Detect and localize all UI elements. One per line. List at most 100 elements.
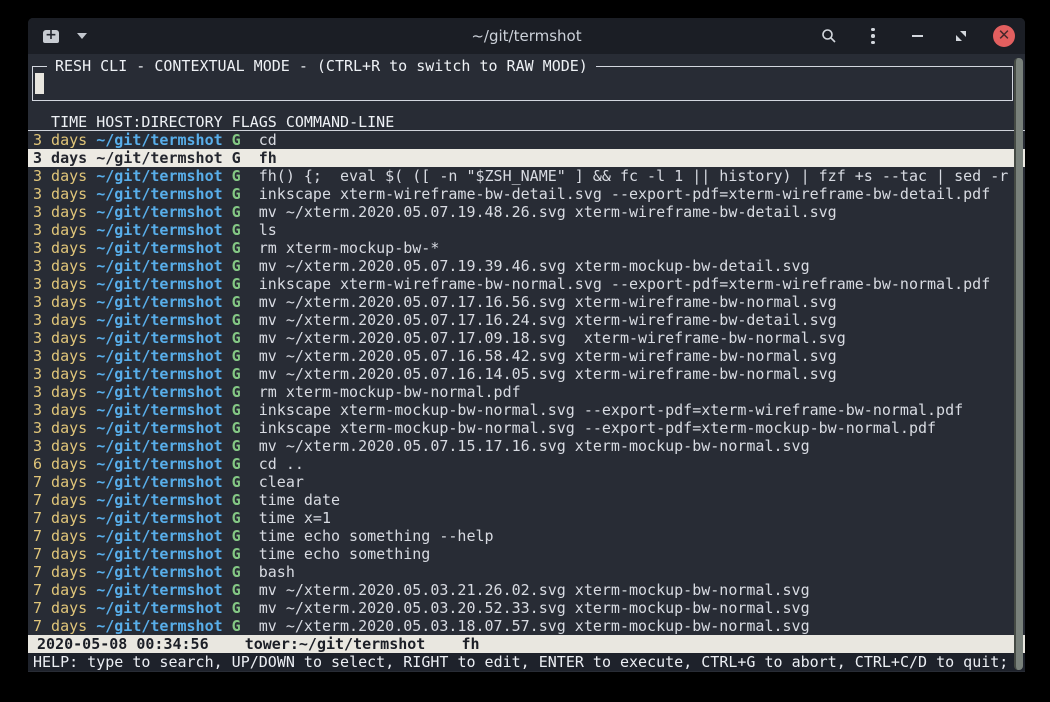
history-row[interactable]: 3 days ~/git/termshot G mv ~/xterm.2020.… <box>28 311 1025 329</box>
history-row[interactable]: 3 days ~/git/termshot G ls <box>28 221 1025 239</box>
minimize-button[interactable] <box>905 24 929 48</box>
search-button[interactable] <box>817 24 841 48</box>
row-command: mv ~/xterm.2020.05.07.19.48.26.svg xterm… <box>259 203 1025 221</box>
row-flags: G <box>232 545 259 563</box>
history-row[interactable]: 7 days ~/git/termshot G mv ~/xterm.2020.… <box>28 581 1025 599</box>
history-row[interactable]: 3 days ~/git/termshot G inkscape xterm-w… <box>28 185 1025 203</box>
history-row[interactable]: 3 days ~/git/termshot G mv ~/xterm.2020.… <box>28 203 1025 221</box>
row-command: mv ~/xterm.2020.05.03.21.26.02.svg xterm… <box>259 581 1025 599</box>
row-host: ~/git/termshot <box>96 437 231 455</box>
row-flags: G <box>232 581 259 599</box>
row-time: 7 days <box>33 599 96 617</box>
history-row[interactable]: 6 days ~/git/termshot G cd .. <box>28 455 1025 473</box>
row-host: ~/git/termshot <box>96 617 231 635</box>
history-row[interactable]: 7 days ~/git/termshot G mv ~/xterm.2020.… <box>28 599 1025 617</box>
terminal-content: RESH CLI - CONTEXTUAL MODE - (CTRL+R to … <box>28 54 1025 672</box>
history-row[interactable]: 3 days ~/git/termshot G mv ~/xterm.2020.… <box>28 293 1025 311</box>
history-row[interactable]: 7 days ~/git/termshot G time x=1 <box>28 509 1025 527</box>
chevron-down-icon <box>77 33 87 39</box>
row-time: 7 days <box>33 545 96 563</box>
close-button[interactable]: ✕ <box>993 25 1015 47</box>
history-row[interactable]: 7 days ~/git/termshot G mv ~/xterm.2020.… <box>28 617 1025 635</box>
row-flags: G <box>232 149 259 167</box>
row-time: 3 days <box>33 437 96 455</box>
row-command: mv ~/xterm.2020.05.07.17.16.56.svg xterm… <box>259 293 1025 311</box>
row-flags: G <box>232 347 259 365</box>
row-flags: G <box>232 563 259 581</box>
row-flags: G <box>232 599 259 617</box>
row-time: 6 days <box>33 455 96 473</box>
history-row[interactable]: 7 days ~/git/termshot G time echo someth… <box>28 527 1025 545</box>
row-time: 7 days <box>33 581 96 599</box>
menu-button[interactable] <box>861 24 885 48</box>
history-row[interactable]: 3 days ~/git/termshot G mv ~/xterm.2020.… <box>28 329 1025 347</box>
history-row[interactable]: 7 days ~/git/termshot G time echo someth… <box>28 545 1025 563</box>
history-row[interactable]: 3 days ~/git/termshot G fh <box>28 149 1025 167</box>
row-time: 3 days <box>33 131 96 149</box>
restore-button[interactable] <box>949 24 973 48</box>
minimize-icon <box>912 35 923 37</box>
row-command: mv ~/xterm.2020.05.07.16.14.05.svg xterm… <box>259 365 1025 383</box>
row-time: 7 days <box>33 473 96 491</box>
row-command: inkscape xterm-mockup-bw-normal.svg --ex… <box>259 419 1025 437</box>
row-time: 7 days <box>33 491 96 509</box>
row-time: 7 days <box>33 617 96 635</box>
row-flags: G <box>232 275 259 293</box>
history-row[interactable]: 3 days ~/git/termshot G cd <box>28 131 1025 149</box>
row-host: ~/git/termshot <box>96 599 231 617</box>
row-time: 7 days <box>33 563 96 581</box>
row-command: time date <box>259 491 1025 509</box>
history-row[interactable]: 3 days ~/git/termshot G mv ~/xterm.2020.… <box>28 365 1025 383</box>
history-row[interactable]: 3 days ~/git/termshot G inkscape xterm-m… <box>28 401 1025 419</box>
row-command: mv ~/xterm.2020.05.07.19.39.46.svg xterm… <box>259 257 1025 275</box>
history-row[interactable]: 3 days ~/git/termshot G rm xterm-mockup-… <box>28 239 1025 257</box>
row-host: ~/git/termshot <box>96 419 231 437</box>
help-bar: HELP: type to search, UP/DOWN to select,… <box>28 653 1025 671</box>
row-command: rm xterm-mockup-bw-normal.pdf <box>259 383 1025 401</box>
row-time: 3 days <box>33 167 96 185</box>
history-row[interactable]: 3 days ~/git/termshot G mv ~/xterm.2020.… <box>28 257 1025 275</box>
row-flags: G <box>232 617 259 635</box>
row-flags: G <box>232 455 259 473</box>
row-flags: G <box>232 365 259 383</box>
history-row[interactable]: 3 days ~/git/termshot G fh() {; eval $( … <box>28 167 1025 185</box>
history-row[interactable]: 7 days ~/git/termshot G clear <box>28 473 1025 491</box>
row-flags: G <box>232 185 259 203</box>
row-flags: G <box>232 401 259 419</box>
row-host: ~/git/termshot <box>96 563 231 581</box>
tab-dropdown-button[interactable] <box>70 24 94 48</box>
history-row[interactable]: 3 days ~/git/termshot G mv ~/xterm.2020.… <box>28 437 1025 455</box>
row-flags: G <box>232 221 259 239</box>
row-host: ~/git/termshot <box>96 581 231 599</box>
history-row[interactable]: 7 days ~/git/termshot G bash <box>28 563 1025 581</box>
row-flags: G <box>232 203 259 221</box>
history-row[interactable]: 3 days ~/git/termshot G inkscape xterm-w… <box>28 275 1025 293</box>
close-icon: ✕ <box>998 28 1011 43</box>
search-input[interactable]: RESH CLI - CONTEXTUAL MODE - (CTRL+R to … <box>32 66 1013 101</box>
row-command: mv ~/xterm.2020.05.07.16.58.42.svg xterm… <box>259 347 1025 365</box>
history-row[interactable]: 7 days ~/git/termshot G time date <box>28 491 1025 509</box>
row-command: time echo something <box>259 545 1025 563</box>
row-time: 3 days <box>33 311 96 329</box>
row-flags: G <box>232 293 259 311</box>
scrollbar-thumb[interactable] <box>1014 58 1023 670</box>
row-flags: G <box>232 509 259 527</box>
row-command: time echo something --help <box>259 527 1025 545</box>
row-command: fh <box>259 149 1025 167</box>
row-host: ~/git/termshot <box>96 401 231 419</box>
history-row[interactable]: 3 days ~/git/termshot G mv ~/xterm.2020.… <box>28 347 1025 365</box>
row-time: 3 days <box>33 275 96 293</box>
row-host: ~/git/termshot <box>96 203 231 221</box>
history-row[interactable]: 3 days ~/git/termshot G rm xterm-mockup-… <box>28 383 1025 401</box>
history-row[interactable]: 3 days ~/git/termshot G inkscape xterm-m… <box>28 419 1025 437</box>
row-time: 3 days <box>33 257 96 275</box>
search-box-title: RESH CLI - CONTEXTUAL MODE - (CTRL+R to … <box>47 57 596 75</box>
row-command: fh() {; eval $( ([ -n "$ZSH_NAME" ] && f… <box>259 167 1025 185</box>
row-flags: G <box>232 131 259 149</box>
new-tab-button[interactable] <box>38 24 64 48</box>
row-command: mv ~/xterm.2020.05.03.20.52.33.svg xterm… <box>259 599 1025 617</box>
row-command: inkscape xterm-wireframe-bw-detail.svg -… <box>259 185 1025 203</box>
row-host: ~/git/termshot <box>96 365 231 383</box>
row-command: bash <box>259 563 1025 581</box>
status-query: fh <box>461 635 479 653</box>
